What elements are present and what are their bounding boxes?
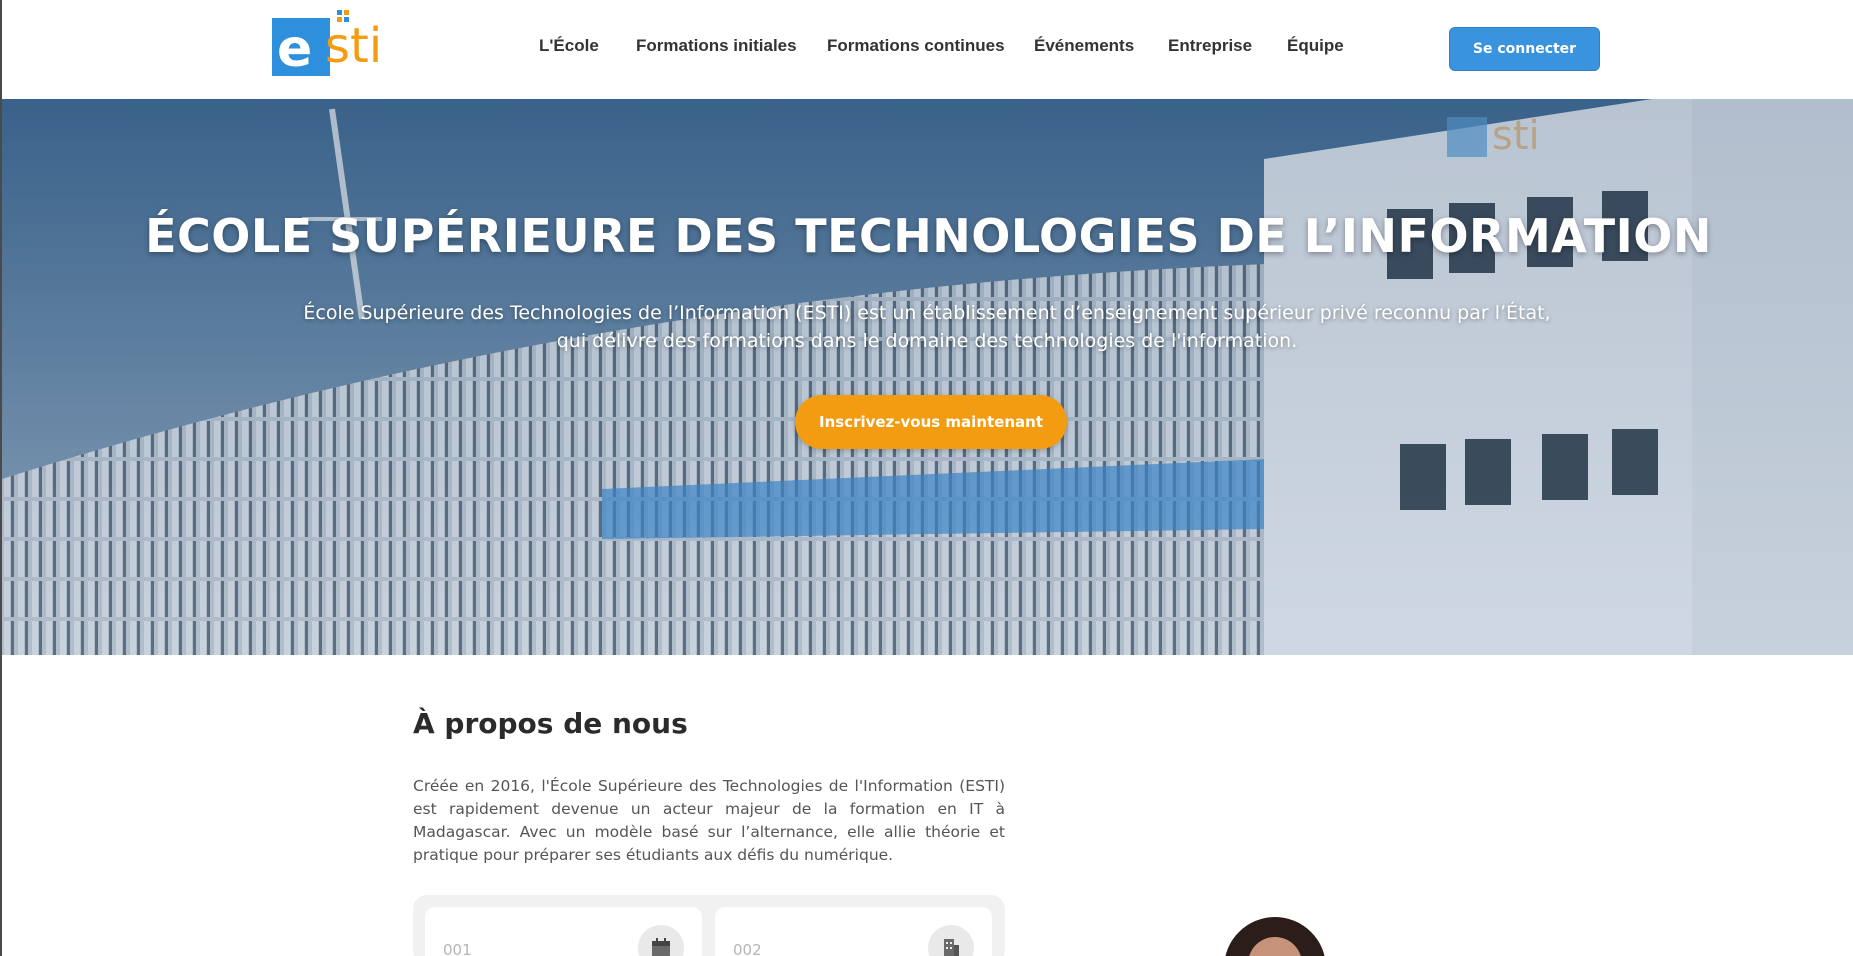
team-member-photo (1224, 917, 1326, 956)
stat-card: 001 (425, 907, 702, 956)
building-icon (928, 925, 974, 956)
register-now-button[interactable]: Inscrivez-vous maintenant (795, 395, 1067, 449)
nav-item-formations-initiales[interactable]: Formations initiales (636, 36, 797, 56)
nav-item-equipe[interactable]: Équipe (1287, 36, 1344, 56)
avatar-face (1248, 937, 1302, 956)
stat-card-number: 001 (443, 941, 472, 956)
login-button[interactable]: Se connecter (1449, 27, 1600, 71)
hero-title: ÉCOLE SUPÉRIEURE DES TECHNOLOGIES DE L’I… (145, 209, 1712, 263)
hero-banner: sti ÉCOLE SUPÉRIEURE DES TECHNOLOGIES DE… (0, 99, 1853, 655)
about-section: À propos de nous Créée en 2016, l'École … (0, 655, 1853, 956)
calendar-icon (638, 925, 684, 956)
about-title: À propos de nous (413, 707, 688, 740)
nav-item-evenements[interactable]: Événements (1034, 36, 1134, 56)
site-header: e sti L'École Formations initiales Forma… (0, 0, 1853, 99)
hero-description: École Supérieure des Technologies de l’I… (303, 302, 1551, 352)
stat-card: 002 (715, 907, 992, 956)
about-text: Créée en 2016, l'École Supérieure des Te… (413, 777, 1005, 864)
stat-card-number: 002 (733, 941, 762, 956)
nav-item-formations-continues[interactable]: Formations continues (827, 36, 1005, 56)
hero-overlay (2, 99, 1853, 655)
stats-cards: 001 002 (413, 895, 1005, 956)
nav-item-ecole[interactable]: L'École (539, 36, 599, 56)
nav-item-entreprise[interactable]: Entreprise (1168, 36, 1252, 56)
